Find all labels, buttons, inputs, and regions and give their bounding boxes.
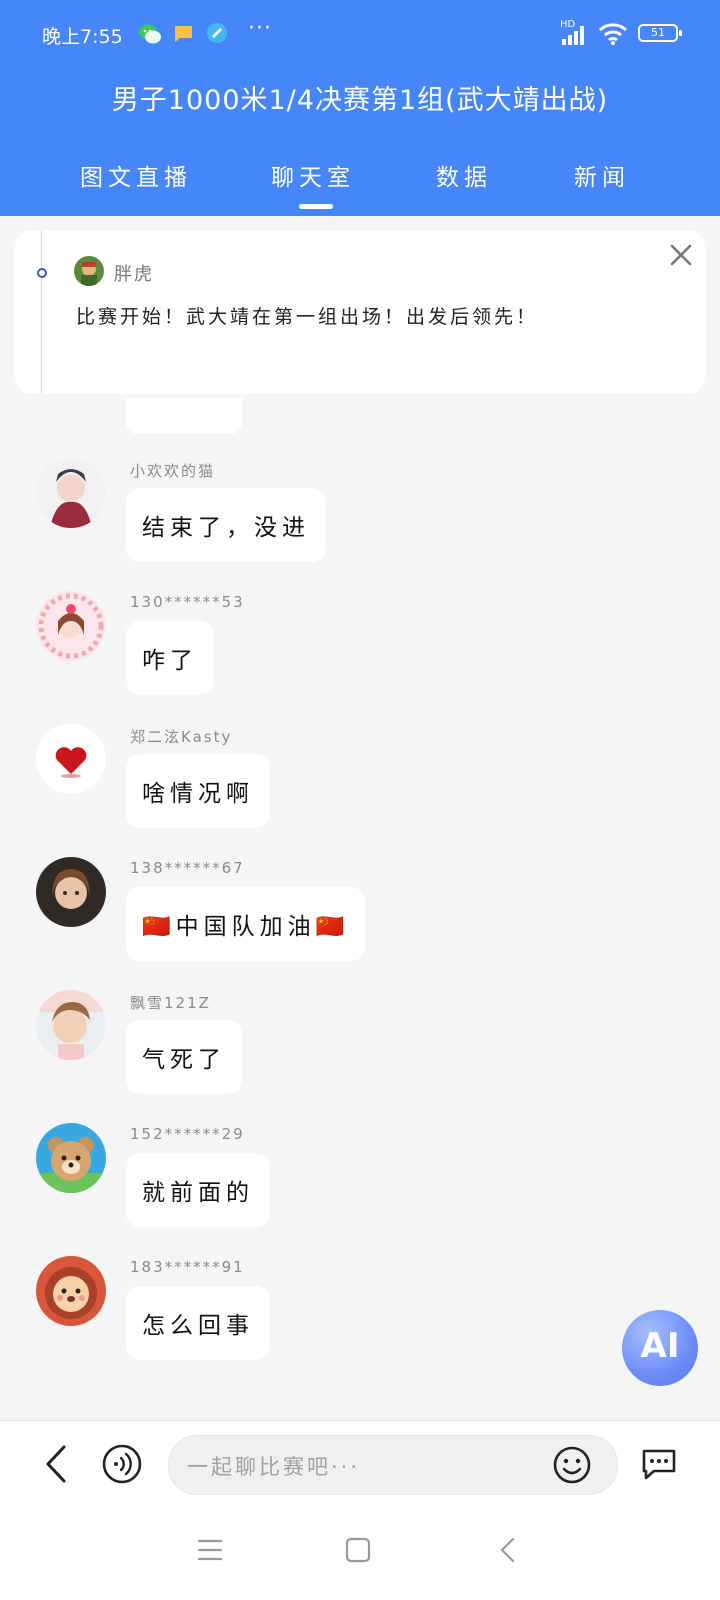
ai-assistant-button[interactable]: AI	[622, 1310, 698, 1386]
active-tab-indicator	[299, 204, 333, 209]
username: 183******91	[130, 1258, 245, 1276]
battery-icon: 51	[638, 24, 682, 42]
anime-girl-avatar[interactable]	[36, 591, 106, 661]
emoji-icon[interactable]	[551, 1444, 593, 1486]
message-bubble[interactable]: 结束了，没进	[126, 488, 326, 562]
lion-avatar[interactable]	[36, 1256, 106, 1326]
system-nav-bar	[0, 1506, 720, 1600]
message-bubble[interactable]: 啥情况啊	[126, 754, 270, 828]
chat-message: 郑二泫Kasty 啥情况啊	[0, 724, 720, 854]
message-bubble[interactable]: 咋了	[126, 621, 214, 695]
pinned-username: 胖虎	[114, 264, 154, 285]
ai-label: AI	[640, 1326, 680, 1366]
chat-message: 152******29 就前面的	[0, 1123, 720, 1253]
wifi-icon	[598, 23, 628, 45]
wechat-icon	[139, 24, 161, 44]
voice-icon[interactable]	[101, 1443, 143, 1485]
nav-back-icon[interactable]	[498, 1536, 518, 1564]
status-right: HD 51	[560, 19, 690, 48]
chat-message: 飘雪121Z 气死了	[0, 990, 720, 1120]
close-icon[interactable]	[666, 240, 696, 270]
tab-bar: 图文直播 聊天室 数据 新闻	[0, 158, 720, 198]
menu-icon[interactable]	[196, 1538, 224, 1562]
more-notifications-icon: ···	[248, 16, 272, 41]
username: 138******67	[130, 859, 245, 877]
app-icon	[207, 23, 227, 43]
tab-news[interactable]: 新闻	[574, 158, 630, 192]
back-icon[interactable]	[40, 1443, 74, 1485]
chat-message: 130******53 咋了	[0, 591, 720, 721]
signal-icon	[562, 26, 584, 45]
pinned-text: 比赛开始！武大靖在第一组出场！出发后领先！	[76, 306, 539, 328]
tab-chat-room[interactable]: 聊天室	[271, 158, 355, 192]
chat-message: 138******67 🇨🇳中国队加油🇨🇳	[0, 857, 720, 987]
pinned-live-card[interactable]: 胖虎 比赛开始！武大靖在第一组出场！出发后领先！	[14, 230, 706, 394]
anime-boy-avatar[interactable]	[36, 458, 106, 528]
battery-level: 51	[651, 26, 665, 39]
message-bubble[interactable]: 怎么回事	[126, 1286, 270, 1360]
comment-icon[interactable]	[638, 1443, 680, 1485]
message-bubble[interactable]: 气死了	[126, 1020, 242, 1094]
status-bar: 晚上7:55 ··· HD 51	[0, 0, 720, 66]
message-icon	[174, 26, 192, 42]
red-heart-avatar[interactable]	[36, 724, 106, 794]
bear-avatar[interactable]	[36, 1123, 106, 1193]
chat-input[interactable]: 一起聊比赛吧···	[168, 1435, 618, 1495]
page-title: 男子1000米1/4决赛第1组(武大靖出战)	[111, 85, 609, 116]
header-bar: 晚上7:55 ··· HD 51 男子1000米1/4决赛第1组(武大靖出战) …	[0, 0, 720, 216]
chat-input-bar: 一起聊比赛吧···	[0, 1420, 720, 1507]
username: 152******29	[130, 1125, 245, 1143]
status-time: 晚上7:55	[42, 26, 123, 48]
tab-data[interactable]: 数据	[436, 158, 492, 192]
doll-avatar[interactable]	[36, 857, 106, 927]
username: 小欢欢的猫	[130, 462, 216, 480]
chat-input-placeholder: 一起聊比赛吧···	[187, 1455, 361, 1479]
chat-message: 183******91 怎么回事	[0, 1256, 720, 1386]
username: 郑二泫Kasty	[130, 728, 233, 746]
child-avatar[interactable]	[36, 990, 106, 1060]
timeline-dot	[37, 268, 47, 278]
tab-live-text[interactable]: 图文直播	[80, 158, 192, 192]
username: 飘雪121Z	[130, 994, 211, 1012]
partial-message-bubble	[126, 398, 242, 434]
message-bubble[interactable]: 就前面的	[126, 1153, 270, 1227]
pinned-avatar	[74, 256, 104, 286]
message-bubble[interactable]: 🇨🇳中国队加油🇨🇳	[126, 887, 366, 961]
home-icon[interactable]	[345, 1536, 371, 1564]
chat-message: 小欢欢的猫 结束了，没进	[0, 458, 720, 588]
username: 130******53	[130, 593, 245, 611]
timeline-line	[41, 230, 42, 394]
